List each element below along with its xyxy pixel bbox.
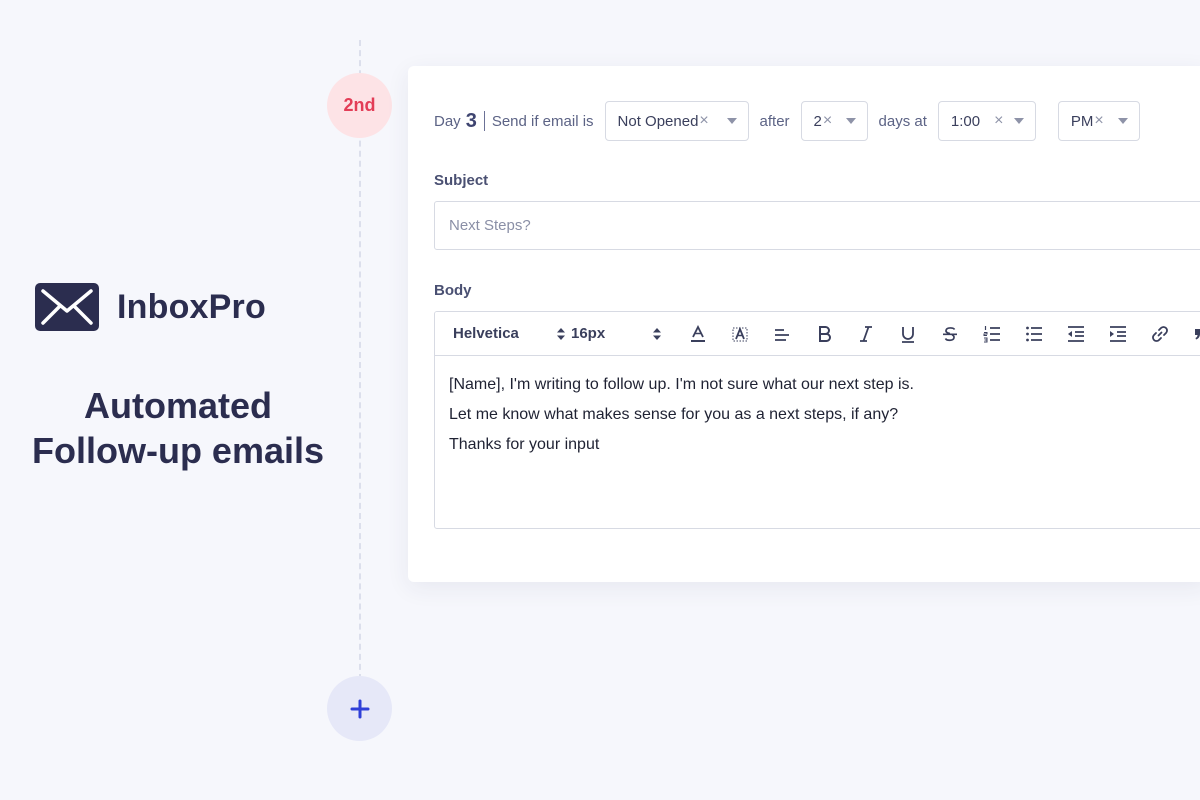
step-badge-label: 2nd: [343, 95, 376, 115]
body-label: Body: [434, 282, 472, 299]
plus-icon: [350, 699, 369, 718]
chevron-down-icon: [1117, 118, 1128, 124]
bold-button[interactable]: [803, 312, 845, 356]
indent-icon: [1110, 325, 1126, 342]
brand: InboxPro: [35, 283, 266, 331]
highlight-button[interactable]: [719, 312, 761, 356]
add-step-button[interactable]: [327, 676, 392, 741]
indent-button[interactable]: [1097, 312, 1139, 356]
quote-button[interactable]: [1181, 312, 1200, 356]
bold-icon: [819, 325, 831, 342]
editor-content[interactable]: [Name], I'm writing to follow up. I'm no…: [435, 356, 1200, 474]
ampm-select[interactable]: PM ×: [1057, 101, 1140, 141]
chevron-down-icon: [845, 118, 856, 124]
underline-button[interactable]: [887, 312, 929, 356]
email-status-value: Not Opened: [617, 112, 699, 130]
ordered-list-icon: [983, 325, 1000, 342]
ordered-list-button[interactable]: [971, 312, 1013, 356]
tagline: Automated Follow-up emails: [0, 383, 356, 473]
body-line-1: [Name], I'm writing to follow up. I'm no…: [449, 376, 914, 393]
divider: [483, 111, 485, 131]
body-line-3: Thanks for your input: [449, 436, 600, 453]
subject-input[interactable]: [434, 201, 1200, 250]
brand-name: InboxPro: [117, 287, 266, 326]
days-value: 2: [813, 112, 822, 130]
after-label: after: [759, 112, 790, 130]
sort-arrows-icon: [653, 327, 661, 340]
bullet-list-icon: [1026, 326, 1042, 341]
clear-icon[interactable]: ×: [994, 112, 1003, 130]
tagline-line-1: Automated: [84, 385, 272, 426]
font-color-button[interactable]: [677, 312, 719, 356]
strikethrough-icon: [943, 326, 957, 341]
align-left-icon: [775, 328, 789, 341]
font-color-icon: [691, 324, 705, 342]
ampm-value: PM: [1070, 112, 1094, 130]
underline-icon: [902, 326, 914, 343]
clear-icon[interactable]: ×: [699, 112, 708, 130]
font-family-value: Helvetica: [453, 325, 519, 342]
chevron-down-icon: [1013, 118, 1024, 124]
days-select[interactable]: 2 ×: [800, 101, 868, 141]
editor-toolbar: Helvetica 16px: [435, 312, 1200, 356]
subject-label: Subject: [434, 172, 489, 189]
tagline-line-2: Follow-up emails: [31, 430, 325, 471]
time-select[interactable]: 1:00 ×: [937, 101, 1036, 141]
day-label: Day: [434, 112, 461, 130]
outdent-button[interactable]: [1055, 312, 1097, 356]
bullet-list-button[interactable]: [1013, 312, 1055, 356]
align-button[interactable]: [761, 312, 803, 356]
envelope-logo-icon: [35, 283, 99, 331]
italic-icon: [860, 325, 872, 342]
font-size-select[interactable]: 16px: [571, 325, 667, 342]
step-badge: 2nd: [327, 73, 392, 138]
send-if-label: Send if email is: [491, 112, 594, 130]
quote-icon: [1195, 328, 1200, 339]
clear-icon[interactable]: ×: [823, 112, 832, 130]
italic-button[interactable]: [845, 312, 887, 356]
time-value: 1:00: [950, 112, 981, 130]
chevron-down-icon: [726, 118, 737, 124]
day-number: 3: [465, 109, 477, 132]
highlight-icon: [732, 326, 748, 341]
follow-up-step-card: Day 3 Send if email is Not Opened × afte…: [408, 66, 1200, 582]
body-line-2: Let me know what makes sense for you as …: [449, 406, 899, 423]
strikethrough-button[interactable]: [929, 312, 971, 356]
font-size-value: 16px: [571, 325, 606, 342]
days-at-label: days at: [878, 112, 927, 130]
outdent-icon: [1068, 325, 1084, 342]
link-icon: [1152, 325, 1168, 342]
email-status-select[interactable]: Not Opened ×: [604, 101, 749, 141]
send-rule-row: Day 3 Send if email is Not Opened × afte…: [434, 101, 1140, 141]
sort-arrows-icon: [557, 327, 565, 340]
formatting-buttons: [677, 312, 1200, 356]
font-family-select[interactable]: Helvetica: [453, 325, 571, 342]
link-button[interactable]: [1139, 312, 1181, 356]
body-editor: Helvetica 16px [Name], I'm writing to fo…: [434, 311, 1200, 529]
clear-icon[interactable]: ×: [1094, 112, 1103, 130]
